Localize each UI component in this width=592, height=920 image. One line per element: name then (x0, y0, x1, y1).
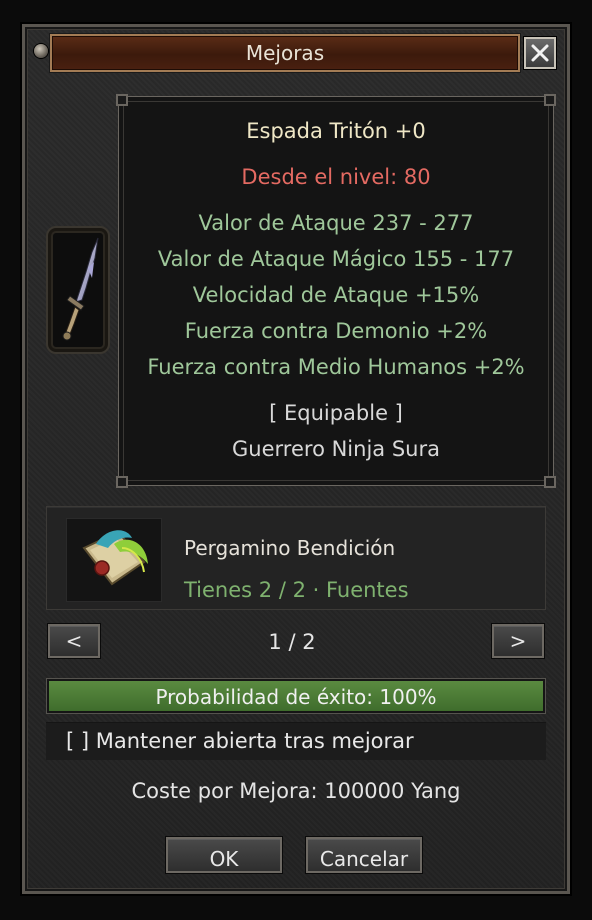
window-title: Mejoras (245, 41, 325, 65)
sword-icon (62, 237, 99, 341)
blessing-scroll-icon (82, 530, 148, 586)
cancel-button[interactable]: Cancelar (306, 837, 422, 873)
keep-open-checkbox[interactable]: [ ] Mantener abierta tras mejorar (66, 729, 414, 753)
tooltip-corner (544, 476, 556, 488)
item-slot[interactable] (46, 226, 110, 354)
ok-button[interactable]: OK (166, 837, 282, 873)
item-stat: Valor de Ataque Mágico 155 - 177 (157, 247, 515, 271)
next-page-button[interactable]: > (492, 624, 544, 658)
close-button[interactable] (524, 37, 556, 69)
close-icon (531, 44, 549, 62)
upgrade-cost: Coste por Mejora: 100000 Yang (131, 779, 461, 803)
item-stat: Valor de Ataque 237 - 277 (198, 211, 474, 235)
item-stat: Fuerza contra Demonio +2% (184, 319, 488, 343)
material-count[interactable]: Tienes 2 / 2 · Fuentes (184, 578, 409, 602)
page-indicator: 1 / 2 (268, 630, 316, 654)
item-name: Espada Tritón +0 (246, 119, 426, 143)
tooltip-corner (116, 476, 128, 488)
material-slot[interactable] (66, 518, 162, 602)
success-label: Probabilidad de éxito: 100% (155, 685, 437, 709)
tooltip-corner (544, 94, 556, 106)
material-name: Pergamino Bendición (184, 536, 396, 560)
item-classes: Guerrero Ninja Sura (232, 437, 440, 461)
window-knob-icon (34, 44, 48, 58)
prev-page-button[interactable]: < (48, 624, 100, 658)
item-level-requirement: Desde el nivel: 80 (241, 165, 431, 189)
item-equipable: [ Equipable ] (269, 401, 403, 425)
item-stat: Fuerza contra Medio Humanos +2% (147, 355, 525, 379)
tooltip-corner (116, 94, 128, 106)
item-stat: Velocidad de Ataque +15% (192, 283, 480, 307)
